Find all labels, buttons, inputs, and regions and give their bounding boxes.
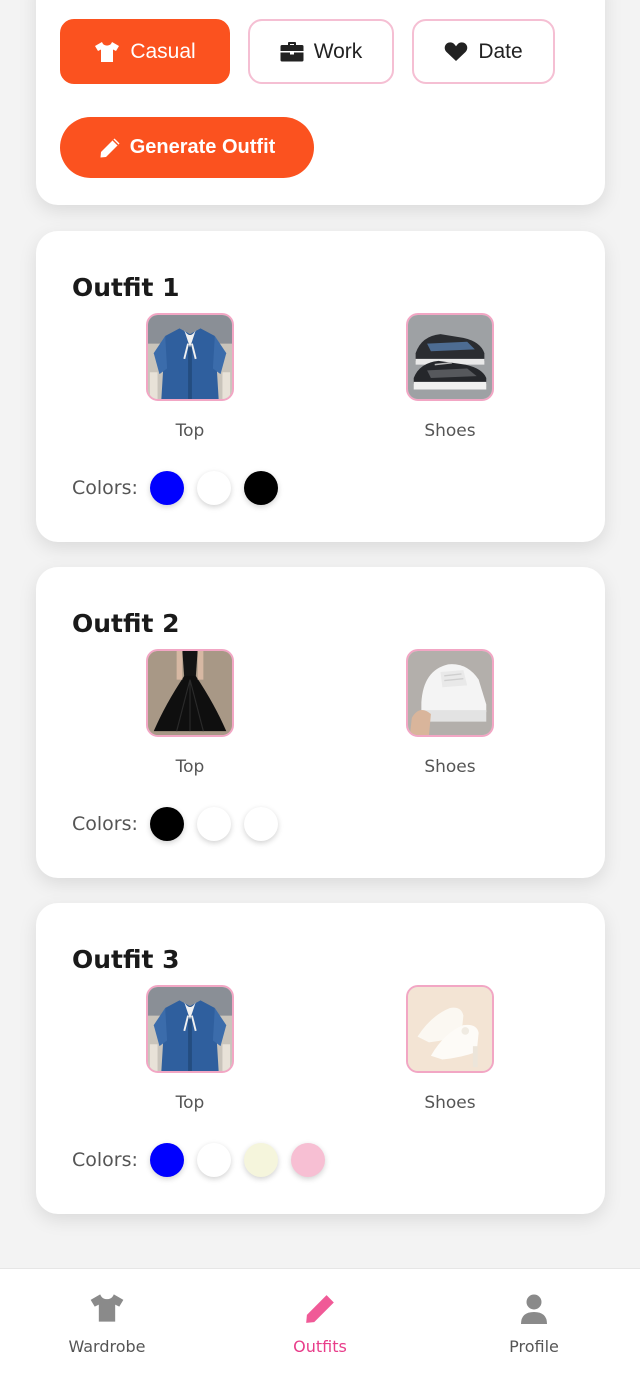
outfit-item-top[interactable]: Top <box>135 985 245 1113</box>
outfit-card: Outfit 3 Top Shoes Colors: <box>36 903 605 1214</box>
outfit-item-label: Shoes <box>424 757 476 777</box>
briefcase-icon <box>280 41 304 62</box>
outfit-item-label: Shoes <box>424 421 476 441</box>
outfit-item-label: Top <box>175 1093 205 1113</box>
outfit-title: Outfit 3 <box>72 945 180 974</box>
tshirt-icon <box>94 41 120 63</box>
nav-label: Wardrobe <box>68 1337 146 1356</box>
color-palette: Colors: <box>72 1143 338 1177</box>
denim-top-photo <box>146 313 234 401</box>
occasion-card: Casual Work Date Generate Outfit <box>36 0 605 205</box>
outfit-card: Outfit 2 Top Shoes Colors: <box>36 567 605 878</box>
black-dress-photo <box>146 649 234 737</box>
nav-label: Outfits <box>293 1337 347 1356</box>
denim-top-photo <box>146 985 234 1073</box>
outfit-item-shoes[interactable]: Shoes <box>395 313 505 441</box>
color-swatch <box>196 807 231 841</box>
color-swatch <box>149 1143 184 1177</box>
color-palette: Colors: <box>72 807 291 841</box>
occasion-casual-button[interactable]: Casual <box>60 19 230 84</box>
color-swatch <box>196 471 231 505</box>
occasion-casual-label: Casual <box>130 39 196 63</box>
generate-outfit-label: Generate Outfit <box>129 136 276 158</box>
white-heels-photo <box>406 985 494 1073</box>
colors-label: Colors: <box>72 813 138 835</box>
heart-icon <box>444 41 468 62</box>
color-swatch <box>196 1143 231 1177</box>
nav-item-outfits[interactable]: Outfits <box>240 1293 400 1356</box>
color-palette: Colors: <box>72 471 291 505</box>
outfit-item-label: Top <box>175 421 205 441</box>
color-swatch <box>243 471 278 505</box>
color-swatch <box>243 807 278 841</box>
outfit-item-shoes[interactable]: Shoes <box>395 649 505 777</box>
outfit-title: Outfit 1 <box>72 273 180 302</box>
outfit-item-top[interactable]: Top <box>135 313 245 441</box>
nav-item-wardrobe[interactable]: Wardrobe <box>27 1293 187 1356</box>
pencil-icon <box>99 137 121 159</box>
color-swatch <box>149 471 184 505</box>
occasion-date-button[interactable]: Date <box>412 19 555 84</box>
outfit-item-label: Top <box>175 757 205 777</box>
color-swatch <box>243 1143 278 1177</box>
black-sneakers-photo <box>406 313 494 401</box>
occasion-work-button[interactable]: Work <box>248 19 394 84</box>
colors-label: Colors: <box>72 477 138 499</box>
outfit-item-shoes[interactable]: Shoes <box>395 985 505 1113</box>
outfit-item-label: Shoes <box>424 1093 476 1113</box>
colors-label: Colors: <box>72 1149 138 1171</box>
white-sneakers-photo <box>406 649 494 737</box>
occasion-work-label: Work <box>313 39 363 63</box>
outfit-title: Outfit 2 <box>72 609 180 638</box>
outfit-card: Outfit 1 Top Shoes Colors: <box>36 231 605 542</box>
pencil-icon <box>240 1293 400 1327</box>
outfit-item-top[interactable]: Top <box>135 649 245 777</box>
tshirt-icon <box>27 1293 187 1327</box>
bottom-nav: Wardrobe Outfits Profile <box>0 1268 640 1387</box>
generate-outfit-button[interactable]: Generate Outfit <box>60 117 314 178</box>
user-icon <box>454 1293 614 1327</box>
color-swatch <box>290 1143 325 1177</box>
nav-label: Profile <box>509 1337 559 1356</box>
occasion-date-label: Date <box>478 39 523 63</box>
nav-item-profile[interactable]: Profile <box>454 1293 614 1356</box>
color-swatch <box>149 807 184 841</box>
